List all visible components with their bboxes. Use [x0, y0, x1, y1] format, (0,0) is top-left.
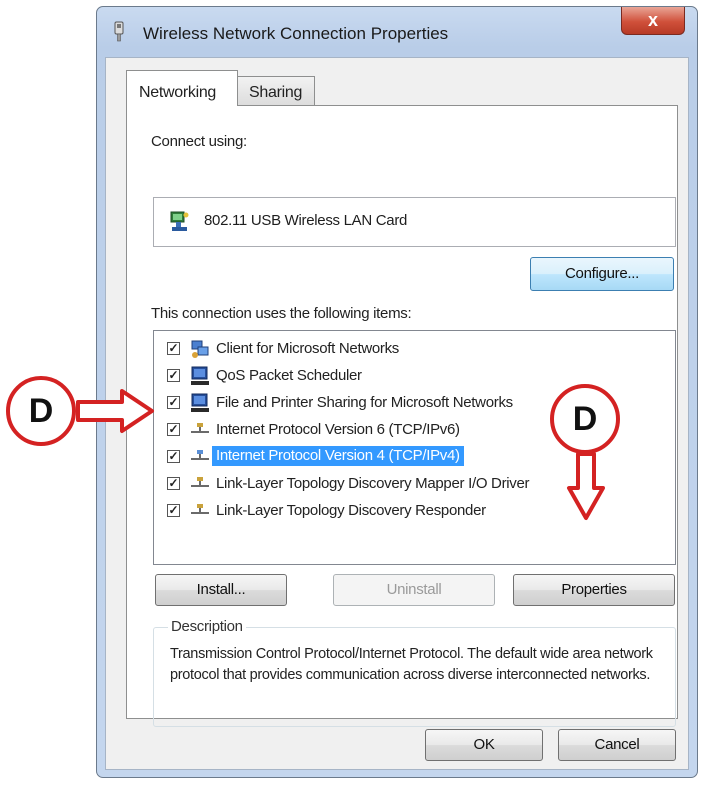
- network-service-icon: [191, 393, 209, 412]
- close-button[interactable]: x: [621, 7, 685, 35]
- network-card-icon: [170, 211, 189, 231]
- item-label: Link-Layer Topology Discovery Mapper I/O…: [216, 475, 530, 492]
- network-protocol-icon: [191, 450, 209, 460]
- description-text: Transmission Control Protocol/Internet P…: [170, 646, 653, 683]
- network-client-icon: [191, 340, 209, 358]
- install-button[interactable]: Install...: [155, 574, 287, 606]
- adapter-name: 802.11 USB Wireless LAN Card: [204, 212, 408, 229]
- tab-networking[interactable]: Networking: [126, 70, 238, 106]
- description-legend: Description: [168, 618, 246, 635]
- network-adapter-icon: [114, 21, 124, 42]
- list-item-client-for-microsoft-networks[interactable]: ✓ Client for Microsoft Networks: [154, 336, 674, 362]
- callout-marker-right: D: [550, 384, 620, 454]
- network-protocol-icon: [191, 477, 209, 487]
- item-checkbox[interactable]: ✓: [167, 504, 180, 517]
- item-label: QoS Packet Scheduler: [216, 367, 362, 384]
- connect-using-label: Connect using:: [151, 133, 247, 150]
- description-group: Description Transmission Control Protoco…: [153, 618, 676, 727]
- network-protocol-icon: [191, 504, 209, 514]
- close-icon: x: [647, 10, 658, 30]
- adapter-field: 802.11 USB Wireless LAN Card: [153, 197, 676, 247]
- ok-button[interactable]: OK: [425, 729, 543, 761]
- item-label: Client for Microsoft Networks: [216, 340, 400, 357]
- uninstall-button[interactable]: Uninstall: [333, 574, 495, 606]
- dialog-title: Wireless Network Connection Properties: [143, 24, 449, 43]
- down-arrow-icon: [567, 452, 605, 520]
- network-protocol-icon: [191, 423, 209, 433]
- item-label: File and Printer Sharing for Microsoft N…: [216, 394, 513, 411]
- network-service-icon: [191, 366, 209, 385]
- tab-sharing-label: Sharing: [249, 84, 303, 101]
- tab-sharing[interactable]: Sharing: [237, 76, 315, 106]
- item-label: Link-Layer Topology Discovery Responder: [216, 502, 486, 519]
- item-checkbox[interactable]: ✓: [167, 423, 180, 436]
- cancel-button[interactable]: Cancel: [558, 729, 676, 761]
- item-checkbox[interactable]: ✓: [167, 396, 180, 409]
- item-label: Internet Protocol Version 6 (TCP/IPv6): [216, 421, 460, 438]
- right-arrow-icon: [76, 389, 154, 433]
- item-checkbox[interactable]: ✓: [167, 342, 180, 355]
- callout-marker-left: D: [6, 376, 76, 446]
- tab-networking-label: Networking: [139, 84, 217, 101]
- items-list-label: This connection uses the following items…: [151, 305, 412, 322]
- item-checkbox[interactable]: ✓: [167, 477, 180, 490]
- configure-button[interactable]: Configure...: [530, 257, 674, 291]
- title-bar: Wireless Network Connection Properties x: [97, 7, 697, 57]
- item-label-selected: Internet Protocol Version 4 (TCP/IPv4): [212, 446, 464, 466]
- item-checkbox[interactable]: ✓: [167, 369, 180, 382]
- properties-button[interactable]: Properties: [513, 574, 675, 606]
- item-checkbox[interactable]: ✓: [167, 450, 180, 463]
